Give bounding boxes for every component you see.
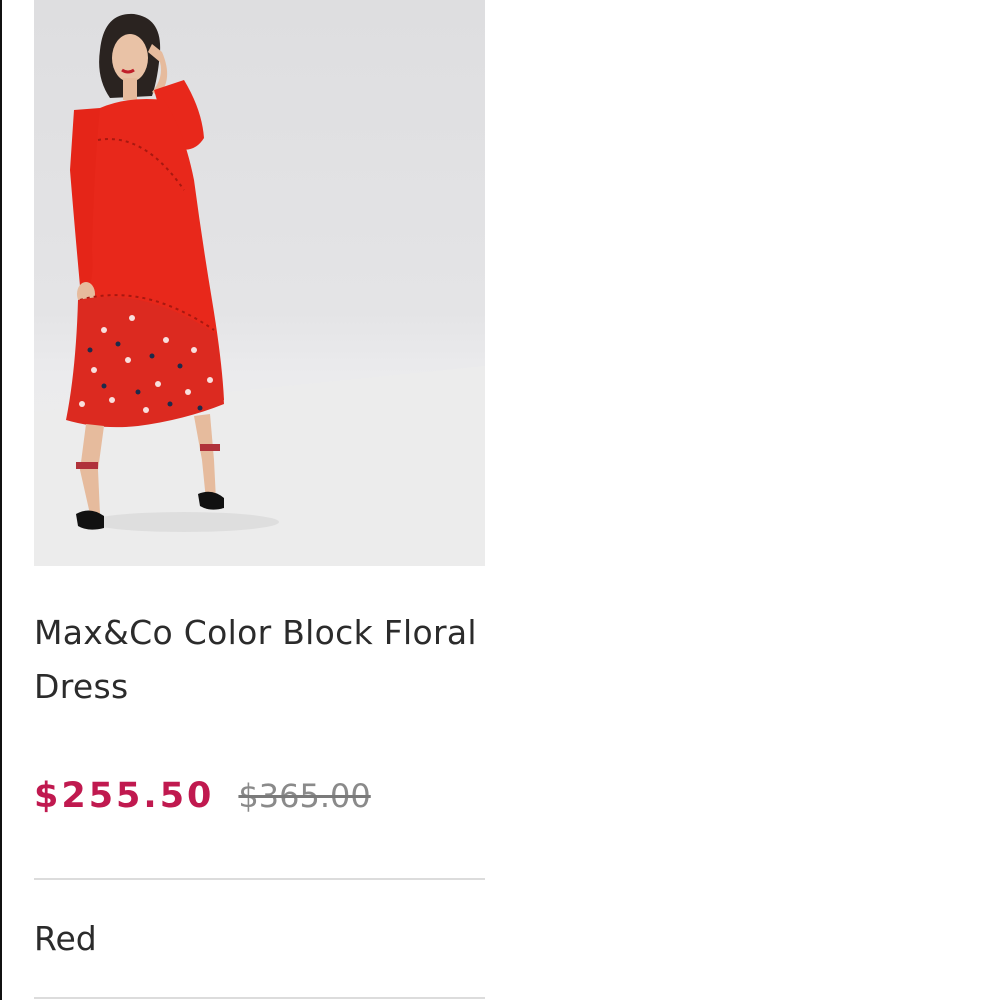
product-card: Max&Co Color Block Floral Dress $255.50 … [34,0,485,999]
original-price: $365.00 [238,777,371,815]
color-option[interactable]: Red [34,880,485,997]
product-image[interactable] [34,0,485,566]
left-edge-border [0,0,2,1000]
divider-bottom [34,997,485,999]
sale-price: $255.50 [34,776,215,816]
product-title[interactable]: Max&Co Color Block Floral Dress [34,606,485,714]
model-illustration [34,13,485,566]
color-label: Red [34,919,97,958]
price-row: $255.50 $365.00 [34,776,485,816]
